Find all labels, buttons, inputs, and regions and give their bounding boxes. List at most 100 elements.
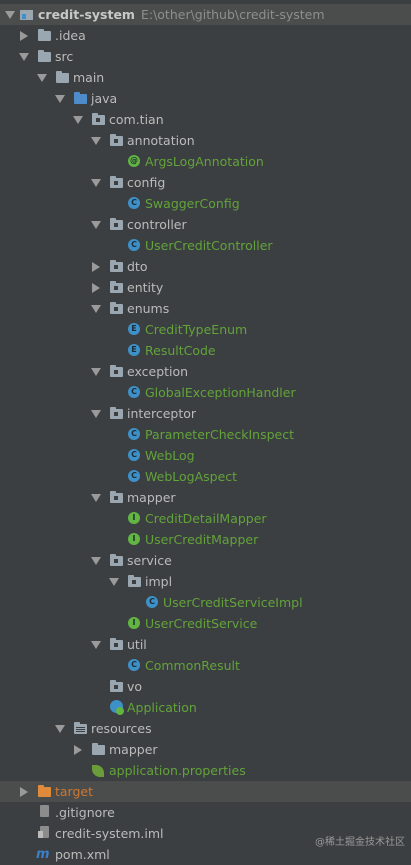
collapsed-arrow-icon[interactable] (90, 277, 102, 298)
expand-arrow-icon[interactable] (90, 634, 102, 655)
class-icon: C (128, 197, 140, 209)
expand-arrow-icon[interactable] (90, 403, 102, 424)
package-icon (110, 553, 124, 567)
tree-row-user-credit-controller[interactable]: C UserCreditController (0, 235, 411, 256)
class-icon: C (128, 239, 140, 251)
tree-label: ArgsLogAnnotation (145, 154, 264, 169)
enum-icon: E (128, 344, 140, 356)
tree-row-credit-type-enum[interactable]: E CreditTypeEnum (0, 319, 411, 340)
tree-label: interceptor (127, 406, 197, 421)
tree-row-impl[interactable]: impl (0, 571, 411, 592)
gitignore-file-icon (38, 804, 50, 819)
tree-row-target[interactable]: target (0, 781, 411, 802)
expand-arrow-icon[interactable] (18, 46, 30, 67)
tree-row-mapper[interactable]: mapper (0, 487, 411, 508)
class-icon: C (146, 596, 158, 608)
class-icon: C (128, 470, 140, 482)
folder-icon (38, 49, 52, 63)
expand-arrow-icon[interactable] (54, 88, 66, 109)
tree-label: exception (127, 364, 189, 379)
tree-row-global-exception-handler[interactable]: C GlobalExceptionHandler (0, 382, 411, 403)
tree-row-main[interactable]: main (0, 67, 411, 88)
tree-row-idea[interactable]: .idea (0, 25, 411, 46)
tree-row-dto[interactable]: dto (0, 256, 411, 277)
tree-row-enums[interactable]: enums (0, 298, 411, 319)
expand-arrow-icon[interactable] (36, 67, 48, 88)
package-icon (110, 364, 124, 378)
enum-icon: E (128, 323, 140, 335)
tree-row-gitignore[interactable]: .gitignore (0, 802, 411, 823)
interface-icon: I (128, 617, 140, 629)
source-folder-icon (74, 91, 88, 105)
tree-row-application-properties[interactable]: application.properties (0, 760, 411, 781)
folder-icon (38, 28, 52, 42)
expand-arrow-icon[interactable] (90, 550, 102, 571)
expand-arrow-icon[interactable] (90, 130, 102, 151)
tree-row-exception[interactable]: exception (0, 361, 411, 382)
expand-arrow-icon[interactable] (108, 571, 120, 592)
folder-icon (92, 742, 106, 756)
tree-row-interceptor[interactable]: interceptor (0, 403, 411, 424)
tree-row-project-root[interactable]: credit-system E:\other\github\credit-syst… (0, 4, 411, 25)
tree-row-vo[interactable]: vo (0, 676, 411, 697)
collapsed-arrow-icon[interactable] (18, 25, 30, 46)
tree-label: vo (127, 679, 143, 694)
tree-row-common-result[interactable]: C CommonResult (0, 655, 411, 676)
tree-label: ParameterCheckInspect (145, 427, 295, 442)
tree-row-src[interactable]: src (0, 46, 411, 67)
expand-arrow-icon[interactable] (90, 298, 102, 319)
tree-row-user-credit-mapper[interactable]: I UserCreditMapper (0, 529, 411, 550)
annotation-icon: @ (128, 155, 140, 167)
tree-label: main (73, 70, 105, 85)
tree-row-controller[interactable]: controller (0, 214, 411, 235)
tree-row-entity[interactable]: entity (0, 277, 411, 298)
tree-label: UserCreditController (145, 238, 273, 253)
package-icon (110, 133, 124, 147)
tree-row-credit-detail-mapper[interactable]: I CreditDetailMapper (0, 508, 411, 529)
resources-folder-icon (74, 721, 88, 735)
tree-label: mapper (127, 490, 176, 505)
tree-label: UserCreditServiceImpl (163, 595, 303, 610)
tree-row-package-root[interactable]: com.tian (0, 109, 411, 130)
tree-row-java[interactable]: java (0, 88, 411, 109)
tree-label: Application (127, 700, 197, 715)
tree-label: CreditDetailMapper (145, 511, 267, 526)
expand-arrow-icon[interactable] (90, 361, 102, 382)
tree-label: entity (127, 280, 164, 295)
expand-arrow-icon[interactable] (72, 109, 84, 130)
tree-label: UserCreditService (145, 616, 258, 631)
tree-row-result-code[interactable]: E ResultCode (0, 340, 411, 361)
interface-icon: I (128, 533, 140, 545)
expand-arrow-icon[interactable] (90, 214, 102, 235)
tree-row-config[interactable]: config (0, 172, 411, 193)
collapsed-arrow-icon[interactable] (72, 739, 84, 760)
tree-label: .gitignore (55, 805, 115, 820)
tree-label: annotation (127, 133, 195, 148)
tree-row-annotation[interactable]: annotation (0, 130, 411, 151)
tree-row-web-log[interactable]: C WebLog (0, 445, 411, 466)
tree-row-args-log-annotation[interactable]: @ ArgsLogAnnotation (0, 151, 411, 172)
tree-row-application[interactable]: Application (0, 697, 411, 718)
class-icon: C (128, 449, 140, 461)
tree-label: application.properties (109, 763, 246, 778)
collapsed-arrow-icon[interactable] (90, 256, 102, 277)
tree-row-web-log-aspect[interactable]: C WebLogAspect (0, 466, 411, 487)
tree-row-service[interactable]: service (0, 550, 411, 571)
tree-row-swagger-config[interactable]: C SwaggerConfig (0, 193, 411, 214)
tree-row-resources-mapper[interactable]: mapper (0, 739, 411, 760)
collapsed-arrow-icon[interactable] (18, 781, 30, 802)
tree-row-util[interactable]: util (0, 634, 411, 655)
tree-label: CreditTypeEnum (145, 322, 248, 337)
excluded-folder-icon (38, 784, 52, 798)
tree-row-user-credit-service[interactable]: I UserCreditService (0, 613, 411, 634)
expand-arrow-icon[interactable] (90, 487, 102, 508)
tree-label: credit-system.iml (55, 826, 164, 841)
tree-row-user-credit-service-impl[interactable]: C UserCreditServiceImpl (0, 592, 411, 613)
package-icon (128, 574, 142, 588)
package-icon (110, 175, 124, 189)
expand-arrow-icon[interactable] (54, 718, 66, 739)
expand-arrow-icon[interactable] (4, 4, 16, 25)
tree-row-parameter-check-inspect[interactable]: C ParameterCheckInspect (0, 424, 411, 445)
expand-arrow-icon[interactable] (90, 172, 102, 193)
tree-row-resources[interactable]: resources (0, 718, 411, 739)
